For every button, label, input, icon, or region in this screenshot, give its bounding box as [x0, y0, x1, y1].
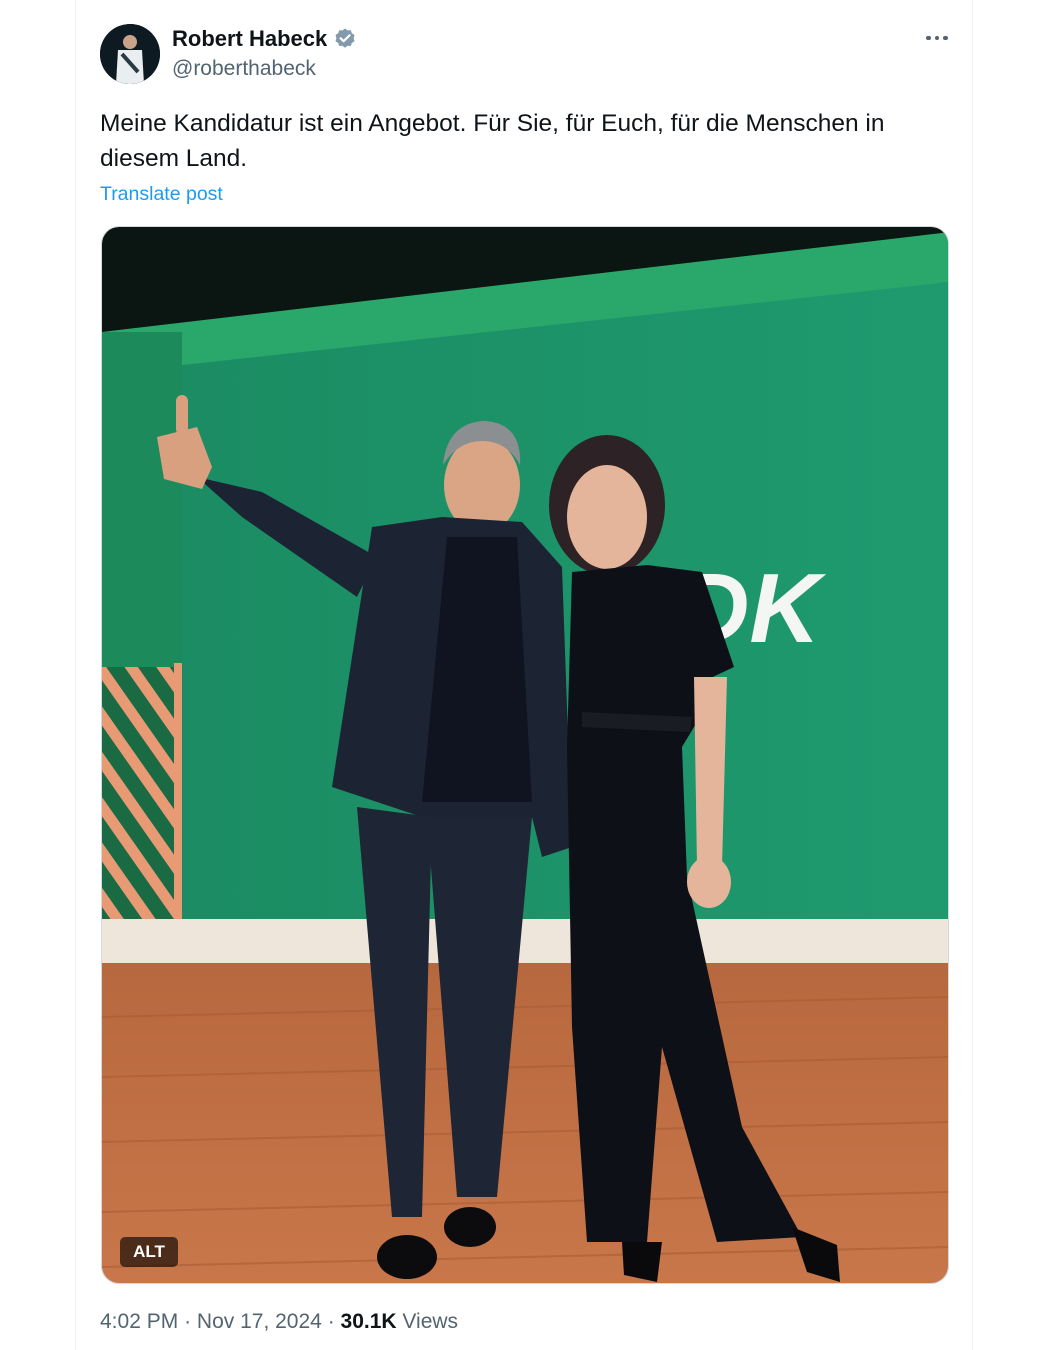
verified-badge-icon[interactable]	[333, 27, 357, 51]
more-options-icon[interactable]	[920, 26, 954, 50]
author-name[interactable]: Robert Habeck	[172, 26, 327, 52]
meta-separator: ·	[184, 1310, 192, 1333]
meta-separator: ·	[327, 1310, 335, 1333]
views-count: 30.1K	[340, 1310, 397, 1333]
translate-post-link[interactable]: Translate post	[100, 183, 223, 206]
tweet-text: Meine Kandidatur ist ein Angebot. Für Si…	[100, 110, 885, 172]
tweet-time[interactable]: 4:02 PM	[100, 1310, 178, 1333]
author-handle[interactable]: @roberthabeck	[172, 57, 316, 81]
tweet-date[interactable]: Nov 17, 2024	[197, 1310, 322, 1333]
tweet-meta: 4:02 PM · Nov 17, 2024 · 30.1K Views	[100, 1310, 458, 1334]
alt-text-badge[interactable]: ALT	[120, 1237, 178, 1267]
author-row: Robert Habeck	[172, 25, 357, 53]
views-label: Views	[402, 1310, 459, 1333]
avatar[interactable]	[100, 24, 160, 84]
tweet-photo[interactable]: BDK	[101, 226, 949, 1284]
